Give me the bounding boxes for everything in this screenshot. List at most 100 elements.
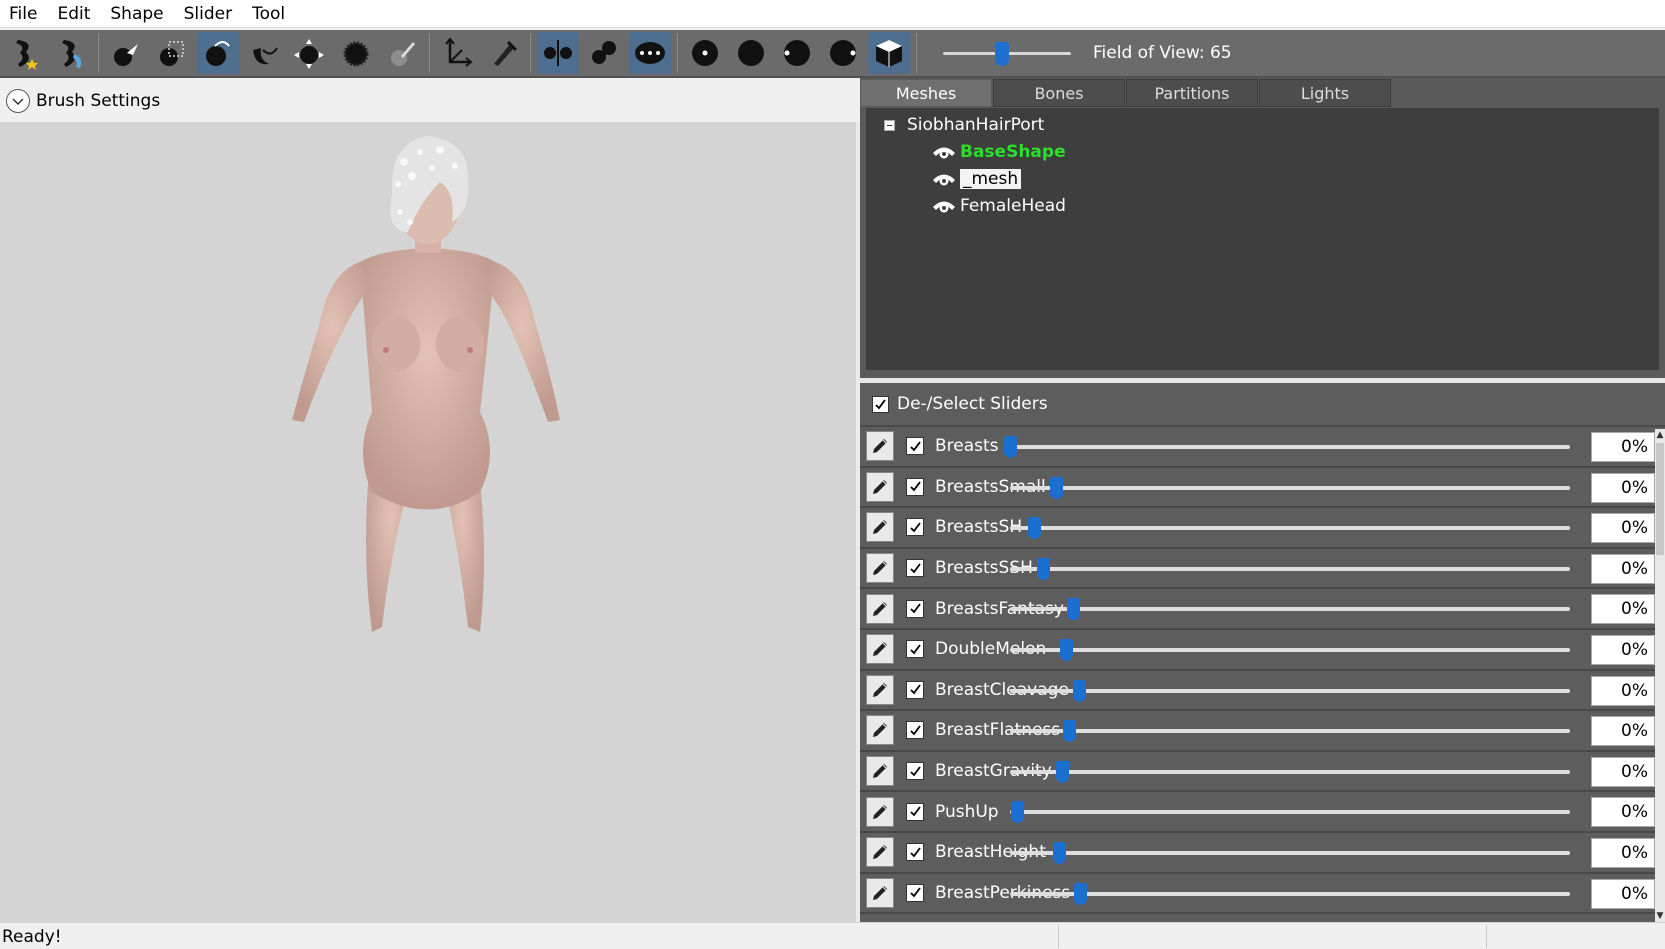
slider-thumb[interactable]: [1010, 801, 1024, 824]
scroll-down-icon[interactable]: ▼: [1655, 910, 1665, 922]
slider-value-field[interactable]: 0%: [1591, 756, 1655, 787]
slider-thumb[interactable]: [1067, 598, 1081, 621]
collapse-icon[interactable]: [884, 119, 895, 131]
menu-shape[interactable]: Shape: [101, 0, 174, 28]
slider-thumb[interactable]: [1028, 517, 1042, 540]
tab-meshes[interactable]: Meshes: [860, 79, 992, 107]
slider-checkbox[interactable]: [906, 477, 924, 496]
mesh-node-mesh[interactable]: _mesh: [866, 165, 1659, 192]
deflate-brush-button[interactable]: [243, 32, 285, 74]
slider-thumb[interactable]: [1074, 882, 1087, 905]
tab-partitions[interactable]: Partitions: [1126, 79, 1258, 107]
slider-checkbox[interactable]: [906, 843, 924, 862]
slider-thumb[interactable]: [1053, 841, 1067, 864]
slider-checkbox[interactable]: [906, 518, 924, 537]
move-brush-button[interactable]: [289, 32, 331, 74]
select-all-sliders-checkbox[interactable]: [872, 395, 889, 413]
menu-edit[interactable]: Edit: [48, 0, 101, 28]
menu-tool[interactable]: Tool: [243, 0, 296, 28]
fov-slider[interactable]: [943, 33, 1071, 73]
slider-checkbox[interactable]: [906, 680, 924, 699]
slider-thumb[interactable]: [1004, 436, 1017, 458]
slider-value-field[interactable]: 0%: [1591, 553, 1655, 584]
mask-brush-button[interactable]: [151, 32, 193, 74]
slider-checkbox[interactable]: [906, 599, 924, 618]
edit-slider-button[interactable]: [866, 553, 894, 584]
fov-slider-thumb[interactable]: [994, 42, 1009, 66]
mesh-node-baseshape[interactable]: BaseShape: [866, 138, 1659, 165]
slider-track[interactable]: [1010, 720, 1570, 743]
right-view-button[interactable]: [822, 32, 864, 74]
slider-checkbox[interactable]: [906, 883, 924, 902]
slider-checkbox[interactable]: [906, 721, 924, 740]
slider-track[interactable]: [1010, 638, 1570, 661]
slider-value-field[interactable]: 0%: [1591, 797, 1655, 828]
edit-slider-button[interactable]: [866, 471, 894, 502]
slider-track[interactable]: [1010, 476, 1570, 499]
inflate-brush-button[interactable]: [197, 32, 239, 74]
slider-track[interactable]: [1010, 801, 1570, 824]
edit-slider-button[interactable]: [866, 715, 894, 746]
edit-slider-button[interactable]: [866, 674, 894, 705]
slider-value-field[interactable]: 0%: [1591, 594, 1655, 625]
edit-slider-button[interactable]: [866, 837, 894, 868]
eye-icon[interactable]: [932, 144, 956, 160]
tab-bones[interactable]: Bones: [993, 79, 1125, 107]
connected-only-button[interactable]: [583, 32, 625, 74]
smooth-brush-button[interactable]: [335, 32, 377, 74]
slider-track[interactable]: [1004, 436, 1570, 458]
slider-checkbox[interactable]: [906, 559, 924, 578]
slider-value-field[interactable]: 0%: [1591, 878, 1655, 909]
pivot-button[interactable]: [482, 32, 524, 74]
transform-button[interactable]: [436, 32, 478, 74]
weight-brush-button[interactable]: [381, 32, 423, 74]
global-brush-button[interactable]: [629, 32, 671, 74]
slider-track[interactable]: [1010, 517, 1570, 540]
load-outfit-button[interactable]: [50, 32, 92, 74]
edit-slider-button[interactable]: [866, 431, 894, 462]
scroll-up-icon[interactable]: ▲: [1655, 429, 1665, 441]
slider-thumb[interactable]: [1060, 638, 1073, 661]
sliders-scrollbar[interactable]: ▲ ▼: [1655, 429, 1665, 922]
tab-lights[interactable]: Lights: [1259, 79, 1391, 107]
slider-checkbox[interactable]: [906, 640, 924, 659]
chevron-down-icon[interactable]: [6, 89, 30, 113]
back-view-button[interactable]: [730, 32, 772, 74]
x-mirror-button[interactable]: [537, 32, 579, 74]
eye-icon[interactable]: [932, 171, 956, 187]
slider-checkbox[interactable]: [906, 762, 924, 781]
edit-slider-button[interactable]: [866, 512, 894, 543]
new-project-button[interactable]: [4, 32, 46, 74]
slider-thumb[interactable]: [1055, 760, 1069, 783]
edit-slider-button[interactable]: [866, 877, 894, 908]
slider-value-field[interactable]: 0%: [1591, 716, 1655, 747]
tree-root[interactable]: SiobhanHairPort: [866, 112, 1659, 138]
left-view-button[interactable]: [776, 32, 818, 74]
slider-track[interactable]: [1010, 882, 1570, 905]
slider-value-field[interactable]: 0%: [1591, 472, 1655, 503]
slider-checkbox[interactable]: [906, 437, 924, 456]
slider-thumb[interactable]: [1049, 476, 1063, 499]
slider-thumb[interactable]: [1072, 679, 1086, 702]
menu-file[interactable]: File: [0, 0, 48, 28]
eye-icon[interactable]: [932, 198, 956, 214]
slider-thumb[interactable]: [1063, 720, 1077, 743]
slider-thumb[interactable]: [1037, 557, 1051, 580]
slider-value-field[interactable]: 0%: [1591, 513, 1655, 544]
scrollbar-thumb[interactable]: [1656, 443, 1664, 555]
slider-track[interactable]: [1010, 598, 1570, 621]
edit-slider-button[interactable]: [866, 593, 894, 624]
mesh-node-femalehead[interactable]: FemaleHead: [866, 192, 1659, 219]
slider-track[interactable]: [1010, 679, 1570, 702]
brush-settings-header[interactable]: Brush Settings: [0, 80, 860, 122]
slider-value-field[interactable]: 0%: [1591, 432, 1655, 462]
slider-value-field[interactable]: 0%: [1591, 675, 1655, 706]
3d-viewport[interactable]: [0, 122, 856, 922]
edit-slider-button[interactable]: [866, 756, 894, 787]
slider-value-field[interactable]: 0%: [1591, 634, 1655, 665]
edit-slider-button[interactable]: [866, 634, 894, 665]
slider-track[interactable]: [1010, 557, 1570, 580]
perspective-button[interactable]: [868, 32, 910, 74]
edit-slider-button[interactable]: [866, 796, 894, 827]
slider-checkbox[interactable]: [906, 802, 924, 821]
